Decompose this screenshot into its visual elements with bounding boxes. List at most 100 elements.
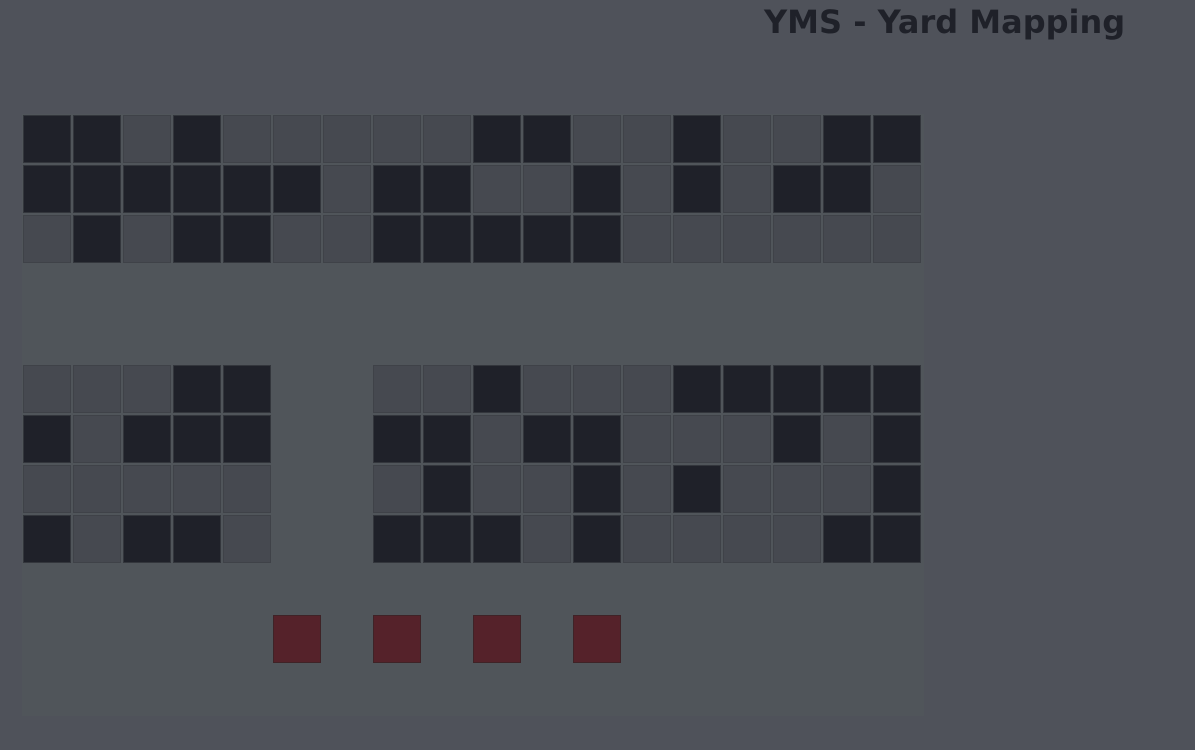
occupied-slot[interactable]	[423, 465, 471, 513]
empty-slot[interactable]	[123, 365, 171, 413]
occupied-slot[interactable]	[673, 165, 721, 213]
occupied-slot[interactable]	[473, 365, 521, 413]
occupied-slot[interactable]	[23, 415, 71, 463]
empty-slot[interactable]	[623, 215, 671, 263]
empty-slot[interactable]	[423, 115, 471, 163]
occupied-slot[interactable]	[223, 365, 271, 413]
empty-slot[interactable]	[623, 415, 671, 463]
occupied-slot[interactable]	[823, 365, 871, 413]
occupied-slot[interactable]	[73, 215, 121, 263]
occupied-slot[interactable]	[373, 215, 421, 263]
occupied-slot[interactable]	[873, 515, 921, 563]
empty-slot[interactable]	[823, 465, 871, 513]
occupied-slot[interactable]	[73, 165, 121, 213]
occupied-slot[interactable]	[423, 515, 471, 563]
empty-slot[interactable]	[723, 215, 771, 263]
occupied-slot[interactable]	[573, 215, 621, 263]
empty-slot[interactable]	[223, 115, 271, 163]
empty-slot[interactable]	[523, 515, 571, 563]
occupied-slot[interactable]	[123, 415, 171, 463]
occupied-slot[interactable]	[523, 115, 571, 163]
occupied-slot[interactable]	[373, 415, 421, 463]
empty-slot[interactable]	[273, 115, 321, 163]
empty-slot[interactable]	[123, 215, 171, 263]
occupied-slot[interactable]	[773, 165, 821, 213]
occupied-slot[interactable]	[873, 115, 921, 163]
empty-slot[interactable]	[623, 115, 671, 163]
empty-slot[interactable]	[73, 365, 121, 413]
dock-slot[interactable]	[473, 615, 521, 663]
occupied-slot[interactable]	[223, 415, 271, 463]
empty-slot[interactable]	[73, 515, 121, 563]
dock-slot[interactable]	[373, 615, 421, 663]
occupied-slot[interactable]	[473, 515, 521, 563]
empty-slot[interactable]	[23, 215, 71, 263]
empty-slot[interactable]	[723, 515, 771, 563]
occupied-slot[interactable]	[573, 415, 621, 463]
empty-slot[interactable]	[873, 215, 921, 263]
empty-slot[interactable]	[623, 515, 671, 563]
empty-slot[interactable]	[723, 415, 771, 463]
occupied-slot[interactable]	[373, 515, 421, 563]
occupied-slot[interactable]	[673, 465, 721, 513]
occupied-slot[interactable]	[23, 165, 71, 213]
empty-slot[interactable]	[73, 415, 121, 463]
empty-slot[interactable]	[423, 365, 471, 413]
occupied-slot[interactable]	[223, 215, 271, 263]
empty-slot[interactable]	[323, 215, 371, 263]
occupied-slot[interactable]	[873, 415, 921, 463]
occupied-slot[interactable]	[823, 115, 871, 163]
empty-slot[interactable]	[673, 215, 721, 263]
empty-slot[interactable]	[73, 465, 121, 513]
empty-slot[interactable]	[623, 365, 671, 413]
occupied-slot[interactable]	[173, 115, 221, 163]
empty-slot[interactable]	[223, 465, 271, 513]
empty-slot[interactable]	[473, 465, 521, 513]
occupied-slot[interactable]	[573, 465, 621, 513]
empty-slot[interactable]	[723, 115, 771, 163]
empty-slot[interactable]	[623, 465, 671, 513]
dock-slot[interactable]	[573, 615, 621, 663]
empty-slot[interactable]	[673, 415, 721, 463]
empty-slot[interactable]	[123, 115, 171, 163]
empty-slot[interactable]	[473, 415, 521, 463]
empty-slot[interactable]	[173, 465, 221, 513]
occupied-slot[interactable]	[423, 165, 471, 213]
occupied-slot[interactable]	[173, 365, 221, 413]
empty-slot[interactable]	[323, 165, 371, 213]
occupied-slot[interactable]	[773, 365, 821, 413]
empty-slot[interactable]	[373, 465, 421, 513]
empty-slot[interactable]	[723, 165, 771, 213]
empty-slot[interactable]	[23, 465, 71, 513]
dock-slot[interactable]	[273, 615, 321, 663]
occupied-slot[interactable]	[173, 515, 221, 563]
empty-slot[interactable]	[723, 465, 771, 513]
empty-slot[interactable]	[373, 115, 421, 163]
occupied-slot[interactable]	[523, 415, 571, 463]
occupied-slot[interactable]	[523, 215, 571, 263]
empty-slot[interactable]	[523, 365, 571, 413]
occupied-slot[interactable]	[873, 465, 921, 513]
occupied-slot[interactable]	[773, 415, 821, 463]
empty-slot[interactable]	[823, 215, 871, 263]
occupied-slot[interactable]	[823, 515, 871, 563]
occupied-slot[interactable]	[173, 415, 221, 463]
empty-slot[interactable]	[673, 515, 721, 563]
occupied-slot[interactable]	[873, 365, 921, 413]
occupied-slot[interactable]	[123, 515, 171, 563]
occupied-slot[interactable]	[673, 115, 721, 163]
empty-slot[interactable]	[323, 115, 371, 163]
empty-slot[interactable]	[773, 465, 821, 513]
occupied-slot[interactable]	[23, 115, 71, 163]
empty-slot[interactable]	[523, 465, 571, 513]
empty-slot[interactable]	[573, 365, 621, 413]
occupied-slot[interactable]	[73, 115, 121, 163]
empty-slot[interactable]	[573, 115, 621, 163]
occupied-slot[interactable]	[473, 115, 521, 163]
empty-slot[interactable]	[123, 465, 171, 513]
empty-slot[interactable]	[373, 365, 421, 413]
empty-slot[interactable]	[873, 165, 921, 213]
occupied-slot[interactable]	[673, 365, 721, 413]
occupied-slot[interactable]	[423, 215, 471, 263]
occupied-slot[interactable]	[173, 165, 221, 213]
